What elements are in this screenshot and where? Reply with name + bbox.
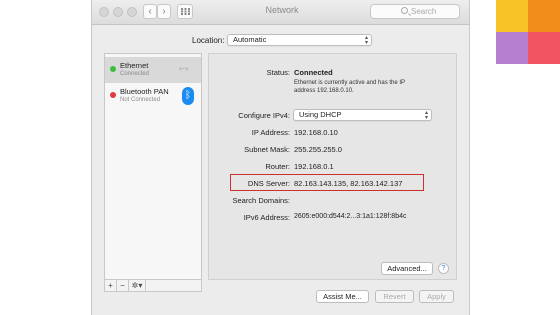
subnet-mask-value: 255.255.255.0 xyxy=(294,145,342,154)
minimize-window-button[interactable] xyxy=(113,7,123,17)
show-all-grid-button[interactable] xyxy=(177,4,193,19)
revert-button[interactable]: Revert xyxy=(375,290,414,303)
purple-swatch xyxy=(496,32,528,64)
service-item-bluetooth-pan[interactable]: Bluetooth PAN Not Connected ᛒ xyxy=(105,83,201,109)
search-domains-label: Search Domains: xyxy=(232,196,290,205)
window-title: Network xyxy=(265,5,299,15)
red-swatch xyxy=(528,32,560,64)
add-service-button[interactable]: + xyxy=(105,280,117,291)
status-description-line1: Ethernet is currently active and has the… xyxy=(294,80,406,86)
service-list: Ethernet Connected ‹···› Bluetooth PAN N… xyxy=(104,53,202,280)
configure-ipv4-label: Configure IPv4: xyxy=(238,111,290,120)
router-value: 192.168.0.1 xyxy=(294,162,334,171)
configure-ipv4-value: Using DHCP xyxy=(299,110,342,119)
chevron-updown-icon: ▴ ▾ xyxy=(364,35,368,46)
status-connected-dot xyxy=(110,66,116,72)
dns-server-label: DNS Server: xyxy=(247,179,290,188)
service-name: Ethernet xyxy=(120,61,149,70)
back-button[interactable]: ‹ xyxy=(143,4,157,19)
service-item-ethernet[interactable]: Ethernet Connected ‹···› xyxy=(105,57,201,83)
search-placeholder: Search xyxy=(411,7,437,16)
ethernet-arrows-icon: ‹···› xyxy=(179,64,188,73)
status-label: Status: xyxy=(266,68,290,77)
title-bar: ‹ › Network Search xyxy=(92,0,469,25)
search-field[interactable]: Search xyxy=(370,4,460,19)
orange-swatch xyxy=(528,0,560,32)
status-value: Connected xyxy=(294,68,333,77)
location-value: Automatic xyxy=(233,35,267,44)
search-icon xyxy=(401,7,408,14)
assist-me-button[interactable]: Assist Me... xyxy=(316,290,369,303)
ipv6-address-value: 2605:e000:d544:2...3:1a1:128f:8b4c xyxy=(294,213,407,220)
configure-ipv4-select[interactable]: Using DHCP ▴ ▾ xyxy=(293,109,432,121)
service-status: Connected xyxy=(120,71,150,77)
subnet-mask-label: Subnet Mask: xyxy=(244,145,290,154)
ipv6-address-label: IPv6 Address: xyxy=(243,213,290,222)
service-name: Bluetooth PAN xyxy=(120,87,169,96)
bluetooth-icon: ᛒ xyxy=(182,87,194,105)
dns-server-value: 82.163.143.135, 82.163.142.137 xyxy=(294,179,403,188)
service-action-menu-button[interactable]: ✲▾ xyxy=(129,280,146,291)
help-button[interactable]: ? xyxy=(438,263,449,274)
grid-icon xyxy=(180,8,190,15)
advanced-button[interactable]: Advanced... xyxy=(381,262,433,275)
location-label: Location: xyxy=(192,36,225,45)
remove-service-button[interactable]: − xyxy=(117,280,129,291)
location-select[interactable]: Automatic ▴ ▾ xyxy=(227,34,372,46)
status-description-line2: address 192.168.0.10. xyxy=(294,88,354,94)
zoom-window-button[interactable] xyxy=(127,7,137,17)
ip-address-value: 192.168.0.10 xyxy=(294,128,338,137)
yellow-swatch xyxy=(496,0,528,32)
ip-address-label: IP Address: xyxy=(251,128,290,137)
service-list-controls: + − ✲▾ xyxy=(104,280,202,292)
chevron-updown-icon: ▴ ▾ xyxy=(424,110,428,121)
apply-button[interactable]: Apply xyxy=(419,290,454,303)
service-status: Not Connected xyxy=(120,97,161,103)
forward-button[interactable]: › xyxy=(157,4,171,19)
status-not-connected-dot xyxy=(110,92,116,98)
close-window-button[interactable] xyxy=(99,7,109,17)
router-label: Router: xyxy=(265,162,290,171)
